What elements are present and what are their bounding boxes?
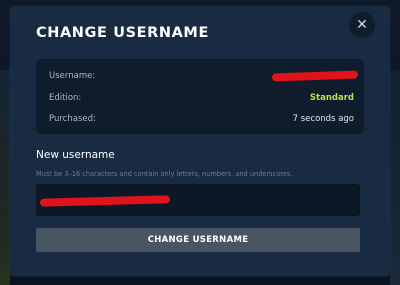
info-row-username: Username:	[49, 69, 359, 83]
background-edge-right	[390, 70, 400, 285]
change-username-modal: CHANGE USERNAME ✕ Username: Edition: Sta…	[10, 6, 390, 276]
edition-label: Edition:	[49, 93, 82, 103]
change-username-button[interactable]: CHANGE USERNAME	[36, 228, 360, 252]
new-username-label: New username	[36, 149, 115, 161]
close-button[interactable]: ✕	[349, 12, 375, 38]
info-row-edition: Edition: Standard	[49, 91, 354, 105]
account-info-card: Username: Edition: Standard Purchased: 7…	[36, 59, 364, 134]
close-icon: ✕	[356, 17, 368, 33]
modal-title: CHANGE USERNAME	[36, 25, 209, 41]
background-edge-left	[0, 70, 10, 285]
purchased-label: Purchased:	[49, 114, 96, 124]
info-row-purchased: Purchased: 7 seconds ago	[49, 112, 354, 126]
username-redaction	[271, 70, 359, 82]
new-username-input[interactable]	[36, 184, 360, 216]
purchased-value: 7 seconds ago	[292, 114, 354, 124]
username-label: Username:	[49, 71, 96, 81]
input-redaction	[39, 195, 171, 207]
username-hint: Must be 3–16 characters and contain only…	[36, 170, 293, 178]
edition-value: Standard	[309, 93, 354, 103]
